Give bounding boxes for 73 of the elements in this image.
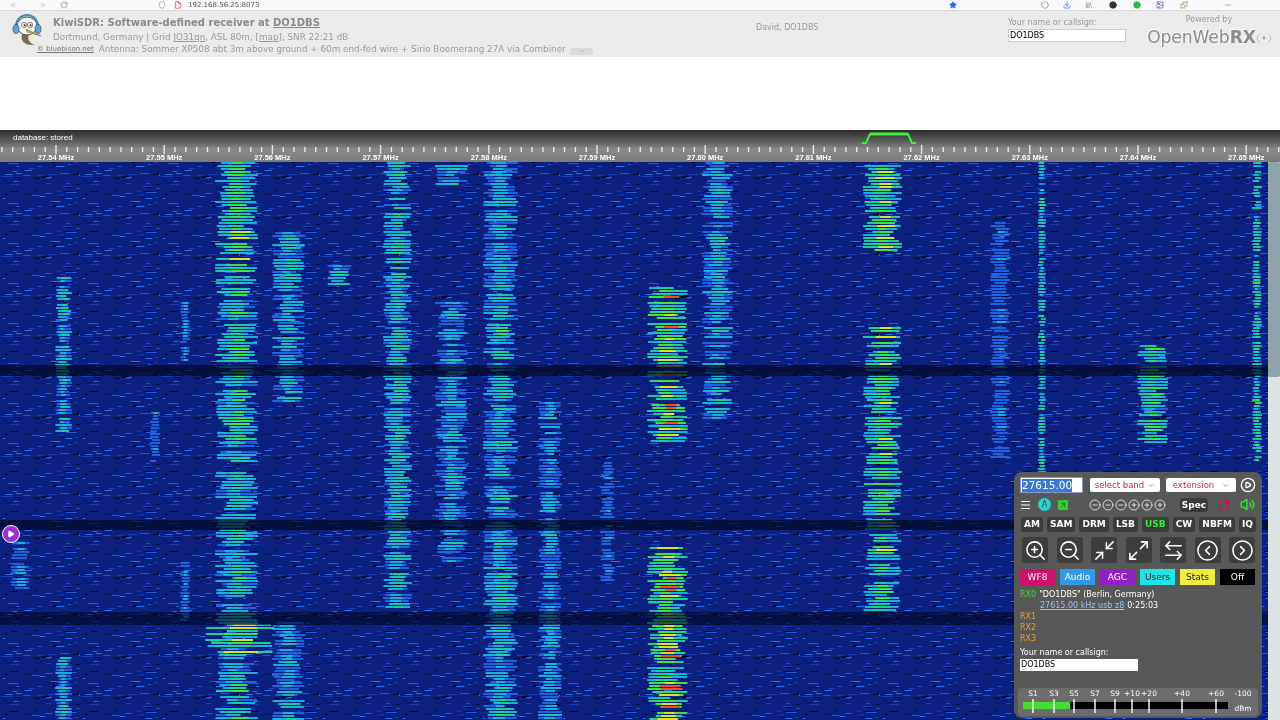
scrollbar-track[interactable] bbox=[1268, 162, 1280, 720]
plus-circle-icon[interactable] bbox=[1141, 498, 1153, 511]
receiver-label: RX2 bbox=[1020, 622, 1037, 633]
chevron-left-icon bbox=[1196, 538, 1219, 562]
plus-circle-icon[interactable] bbox=[1154, 498, 1166, 511]
zoom-out-icon bbox=[1058, 538, 1081, 562]
band-dropdown[interactable]: select band bbox=[1090, 478, 1160, 492]
chevron-down-icon bbox=[1222, 481, 1230, 489]
mode-button[interactable]: SAM bbox=[1047, 517, 1076, 532]
callsign-input[interactable]: DO1DBS bbox=[1008, 29, 1126, 42]
shrink-arrows-button[interactable] bbox=[1091, 537, 1117, 563]
callsign-label: Your name or callsign: bbox=[1020, 647, 1110, 658]
mode-button[interactable]: NBFM bbox=[1199, 517, 1235, 532]
page-icon bbox=[174, 1, 182, 9]
receiver-label: RX1 bbox=[1020, 611, 1037, 622]
toggle-button[interactable]: WF8 bbox=[1020, 569, 1055, 585]
expand-arrows-icon bbox=[1127, 538, 1150, 562]
mode-button[interactable]: AM bbox=[1021, 517, 1043, 532]
expand-arrows-button[interactable] bbox=[1125, 537, 1152, 563]
callsign-input[interactable]: DO1DBS bbox=[1020, 659, 1138, 671]
scrollbar-thumb[interactable] bbox=[1268, 162, 1280, 377]
radio-waves-icon bbox=[1256, 29, 1271, 46]
receiver-label: RX0 bbox=[1020, 589, 1037, 600]
shrink-arrows-icon bbox=[1092, 538, 1116, 562]
powered-by-label: Powered by bbox=[1185, 15, 1233, 25]
mode-button[interactable]: IQ bbox=[1238, 517, 1256, 532]
spec-button[interactable]: Spec bbox=[1180, 497, 1208, 512]
a-circle-button[interactable]: A bbox=[1038, 498, 1051, 511]
minus-circle-icon[interactable] bbox=[1102, 498, 1114, 511]
image-icon[interactable] bbox=[1156, 1, 1165, 9]
extension-dropdown[interactable]: extension bbox=[1166, 478, 1236, 492]
mode-button[interactable]: DRM bbox=[1079, 517, 1109, 532]
station-location: Dortmund, Germany | Grid JO31qn, ASL 80m, [map], SNR 22:21 dB bbox=[53, 31, 350, 43]
minus-circle-icon[interactable] bbox=[1089, 498, 1101, 511]
arrow-tile-icon[interactable] bbox=[1058, 499, 1068, 510]
play-circle-icon[interactable] bbox=[1240, 477, 1256, 493]
caret-down-icon bbox=[577, 48, 585, 54]
tuning-link[interactable]: 27615.00 kHz usb z8 bbox=[1040, 600, 1125, 611]
chevron-right-button[interactable] bbox=[1229, 537, 1255, 563]
speaker-icon[interactable] bbox=[1239, 497, 1256, 512]
reload-icon[interactable] bbox=[60, 1, 68, 9]
zoom-out-button[interactable] bbox=[1056, 537, 1083, 563]
mode-button[interactable]: USB bbox=[1142, 517, 1169, 532]
antenna-description: Antenna: Sommer XP508 abt 3m above ground + 60m end-fed wire + Sirio Boomerang 27A via Combiner bbox=[98, 43, 566, 55]
toggle-button[interactable]: AGC bbox=[1100, 569, 1135, 585]
chevron-right-icon bbox=[1230, 538, 1254, 562]
chevron-left-button[interactable] bbox=[1194, 537, 1221, 563]
owner-name: David, DO1DBS bbox=[756, 23, 819, 32]
site-title: KiwiSDR: Software-defined receiver at DO1DBS bbox=[53, 16, 321, 29]
mode-button[interactable]: LSB bbox=[1112, 517, 1138, 532]
frequency-input[interactable]: 27615.00 bbox=[1020, 477, 1083, 493]
download-icon[interactable] bbox=[1063, 1, 1072, 9]
callsign-label: Your name or callsign: bbox=[1008, 17, 1098, 28]
session-time: 0:25:03 bbox=[1127, 600, 1159, 611]
plus-circle-icon[interactable] bbox=[1128, 498, 1140, 511]
passband-marker[interactable] bbox=[861, 132, 917, 144]
database-status: database: stored bbox=[13, 133, 73, 143]
menu-icon[interactable] bbox=[1019, 498, 1032, 511]
zoom-in-icon bbox=[1023, 538, 1047, 562]
swap-arrows-button[interactable] bbox=[1160, 537, 1186, 563]
filled-circle-icon[interactable] bbox=[1109, 1, 1118, 9]
minus-circle-icon[interactable] bbox=[1115, 498, 1127, 511]
toggle-button[interactable]: Users bbox=[1140, 569, 1175, 585]
zoom-in-button[interactable] bbox=[1022, 537, 1048, 563]
play-icon bbox=[7, 530, 15, 538]
puzzle-icon[interactable] bbox=[1180, 1, 1189, 9]
receiver-label: RX3 bbox=[1020, 633, 1037, 644]
bookmark-star-icon[interactable] bbox=[949, 1, 958, 9]
toggle-button[interactable]: Stats bbox=[1180, 569, 1215, 585]
toggle-button[interactable]: Off bbox=[1220, 569, 1255, 585]
chevron-down-icon bbox=[1148, 481, 1156, 489]
user-name: "DO1DBS" (Berlin, Germany) bbox=[1039, 589, 1155, 600]
mode-button[interactable]: CW bbox=[1172, 517, 1196, 532]
